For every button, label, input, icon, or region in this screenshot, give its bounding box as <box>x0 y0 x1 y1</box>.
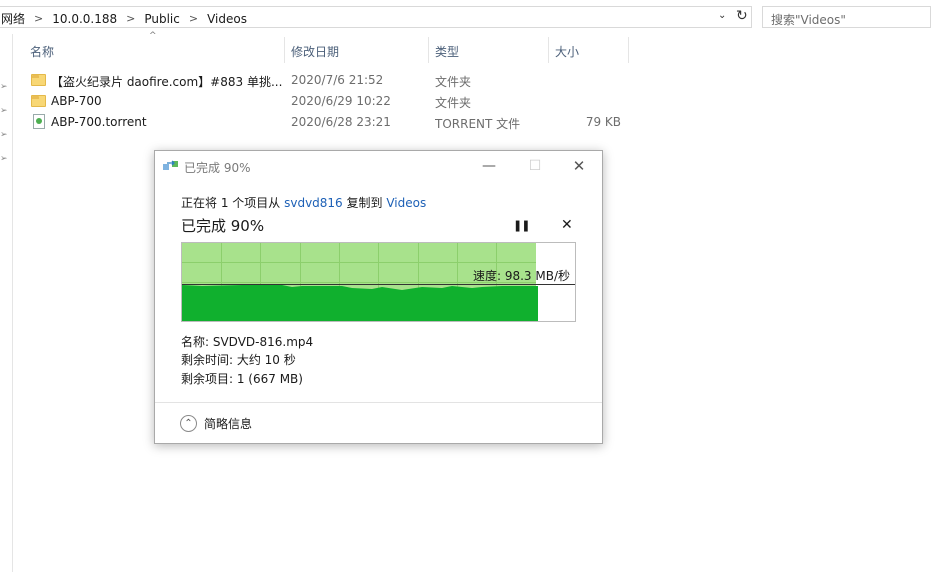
folder-icon <box>31 72 47 87</box>
file-type: 文件夹 <box>435 96 472 110</box>
time-remaining: 剩余时间: 大约 10 秒 <box>181 353 296 367</box>
file-name: ABP-700.torrent <box>51 115 147 129</box>
transfer-speed: 速度: 98.3 MB/秒 <box>472 269 570 283</box>
sort-ascending-icon: ^ <box>149 31 157 41</box>
pin-icon: ➢ <box>0 154 8 164</box>
file-name: ABP-700 <box>51 94 102 108</box>
folder-icon <box>31 93 47 108</box>
source-link[interactable]: svdvd816 <box>284 196 343 210</box>
breadcrumb-public[interactable]: Public <box>144 12 180 26</box>
column-divider[interactable] <box>628 37 629 63</box>
pin-icon: ➢ <box>0 82 8 92</box>
minimize-button[interactable]: — <box>466 151 512 181</box>
file-date: 2020/7/6 21:52 <box>291 73 384 87</box>
refresh-icon[interactable]: ↻ <box>736 8 748 24</box>
file-name: 【盗火纪录片 daofire.com】#883 单挑... <box>51 75 283 89</box>
dialog-divider <box>155 402 602 403</box>
pin-icon: ➢ <box>0 106 8 116</box>
percent-complete: 已完成 90% <box>181 217 265 235</box>
file-name-info: 名称: SVDVD-816.mp4 <box>181 335 314 349</box>
maximize-button[interactable]: ☐ <box>512 151 558 181</box>
column-header-type[interactable]: 类型 <box>435 43 459 60</box>
dialog-titlebar[interactable]: 已完成 90% — ☐ ✕ <box>155 151 602 181</box>
fewer-details-button[interactable]: ⌃ 简略信息 <box>180 413 252 433</box>
breadcrumb-network[interactable]: 网络 <box>1 10 25 27</box>
speed-indicator-line <box>182 284 575 285</box>
pause-button[interactable]: ❚❚ <box>513 219 530 232</box>
copy-icon <box>163 160 178 170</box>
transfer-speed-graph: 速度: 98.3 MB/秒 <box>181 242 576 322</box>
search-input[interactable]: 搜索"Videos" <box>762 6 931 28</box>
cancel-button[interactable]: ✕ <box>561 217 573 233</box>
column-header-size[interactable]: 大小 <box>555 43 579 60</box>
column-divider[interactable] <box>548 37 549 63</box>
file-date: 2020/6/28 23:21 <box>291 115 391 129</box>
breadcrumb-chevron-icon[interactable]: > <box>126 12 135 25</box>
copy-prefix: 正在将 1 个项目从 <box>181 196 285 210</box>
file-type: 文件夹 <box>435 75 472 89</box>
copy-description: 正在将 1 个项目从 svdvd816 复制到 Videos <box>181 194 426 211</box>
dialog-title: 已完成 90% <box>184 161 251 175</box>
file-size: 79 KB <box>585 115 621 129</box>
column-header-name[interactable]: 名称 <box>30 43 54 60</box>
pin-icon: ➢ <box>0 130 8 140</box>
search-placeholder: 搜索"Videos" <box>771 13 846 27</box>
column-header-date[interactable]: 修改日期 <box>291 43 339 60</box>
navigation-pane: ➢ ➢ ➢ ➢ <box>0 34 13 572</box>
column-divider[interactable] <box>284 37 285 63</box>
breadcrumb-chevron-icon[interactable]: > <box>189 12 198 25</box>
file-row[interactable]: ABP-700 2020/6/29 10:22 文件夹 <box>22 91 628 111</box>
file-type: TORRENT 文件 <box>435 117 521 131</box>
chevron-up-icon: ⌃ <box>180 414 197 432</box>
breadcrumb-videos[interactable]: Videos <box>207 12 247 26</box>
torrent-file-icon <box>31 114 47 129</box>
copy-progress-dialog: 已完成 90% — ☐ ✕ 正在将 1 个项目从 svdvd816 复制到 Vi… <box>154 150 603 444</box>
close-button[interactable]: ✕ <box>556 151 602 181</box>
column-divider[interactable] <box>428 37 429 63</box>
copy-mid: 复制到 <box>342 196 387 210</box>
address-bar[interactable]: 网络 > 10.0.0.188 > Public > Videos ⌄ ↻ <box>0 6 752 28</box>
breadcrumb-host[interactable]: 10.0.0.188 <box>52 12 117 26</box>
file-row[interactable]: 【盗火纪录片 daofire.com】#883 单挑... 2020/7/6 2… <box>22 70 628 90</box>
destination-link[interactable]: Videos <box>386 196 426 210</box>
items-remaining: 剩余项目: 1 (667 MB) <box>181 372 303 386</box>
breadcrumb-chevron-icon[interactable]: > <box>34 12 43 25</box>
breadcrumb: 网络 > 10.0.0.188 > Public > Videos <box>1 10 247 27</box>
fewer-details-label: 简略信息 <box>204 416 253 431</box>
address-dropdown-icon[interactable]: ⌄ <box>718 10 726 21</box>
file-row[interactable]: ABP-700.torrent 2020/6/28 23:21 TORRENT … <box>22 112 628 132</box>
file-date: 2020/6/29 10:22 <box>291 94 391 108</box>
